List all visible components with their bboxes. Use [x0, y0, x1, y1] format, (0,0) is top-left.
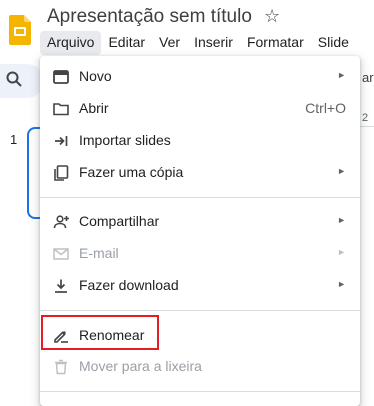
- menu-file[interactable]: Arquivo: [40, 31, 102, 55]
- submenu-arrow-icon: ►: [337, 215, 346, 225]
- menu-item-label: Importar slides: [79, 132, 171, 148]
- menu-item-share[interactable]: Compartilhar ►: [40, 206, 360, 238]
- shortcut-label: Ctrl+O: [305, 100, 346, 116]
- share-person-icon: [53, 215, 69, 229]
- menu-item-make-copy[interactable]: Fazer uma cópia ►: [40, 157, 360, 189]
- menu-divider: [40, 310, 360, 311]
- menu-item-label: Fazer uma cópia: [79, 164, 184, 180]
- submenu-arrow-icon: ►: [337, 247, 346, 257]
- menu-item-move-to-trash[interactable]: Mover para a lixeira: [40, 351, 360, 383]
- ruler-tick: 2: [362, 112, 369, 124]
- menu-divider: [40, 391, 360, 392]
- submenu-arrow-icon: ►: [337, 70, 346, 80]
- menu-item-label: E-mail: [79, 245, 119, 261]
- menu-item-label: Novo: [79, 68, 112, 84]
- trash-icon: [55, 359, 67, 375]
- submenu-arrow-icon: ►: [337, 166, 346, 176]
- search-icon: [6, 71, 22, 92]
- submenu-arrow-icon: ►: [337, 279, 346, 289]
- menu-item-import-slides[interactable]: Importar slides: [40, 125, 360, 157]
- menu-view[interactable]: Ver: [152, 31, 187, 55]
- menu-insert[interactable]: Inserir: [187, 31, 240, 55]
- menu-edit[interactable]: Editar: [101, 31, 152, 55]
- document-title[interactable]: Apresentação sem título: [47, 6, 252, 28]
- menu-format[interactable]: Formatar: [240, 31, 311, 55]
- email-icon: [53, 248, 69, 260]
- download-icon: [55, 279, 67, 293]
- menu-bar: Arquivo Editar Ver Inserir Formatar Slid…: [40, 31, 356, 55]
- menu-slide[interactable]: Slide: [311, 31, 356, 55]
- menu-item-new[interactable]: Novo ►: [40, 61, 360, 93]
- slides-logo-icon[interactable]: [9, 15, 31, 45]
- menu-item-download[interactable]: Fazer download ►: [40, 270, 360, 302]
- copy-icon: [54, 165, 69, 181]
- search-menus-pill[interactable]: [0, 64, 44, 98]
- menu-item-label: Mover para a lixeira: [79, 358, 202, 374]
- rename-highlight-box: [41, 315, 159, 350]
- toolbar-fragment: ar: [362, 70, 374, 85]
- menu-item-label: Fazer download: [79, 277, 179, 293]
- menu-item-open[interactable]: Abrir Ctrl+O: [40, 93, 360, 125]
- import-icon: [55, 136, 68, 146]
- file-menu-dropdown: Novo ► Abrir Ctrl+O Importar slides Faze…: [40, 56, 360, 406]
- menu-item-label: Abrir: [79, 100, 109, 116]
- folder-icon: [53, 103, 69, 116]
- presentation-icon: [53, 70, 69, 84]
- menu-divider: [40, 197, 360, 198]
- slide-number: 1: [10, 132, 18, 147]
- star-icon[interactable]: ☆: [264, 6, 280, 27]
- menu-item-label: Compartilhar: [79, 213, 160, 229]
- menu-item-email[interactable]: E-mail ►: [40, 238, 360, 270]
